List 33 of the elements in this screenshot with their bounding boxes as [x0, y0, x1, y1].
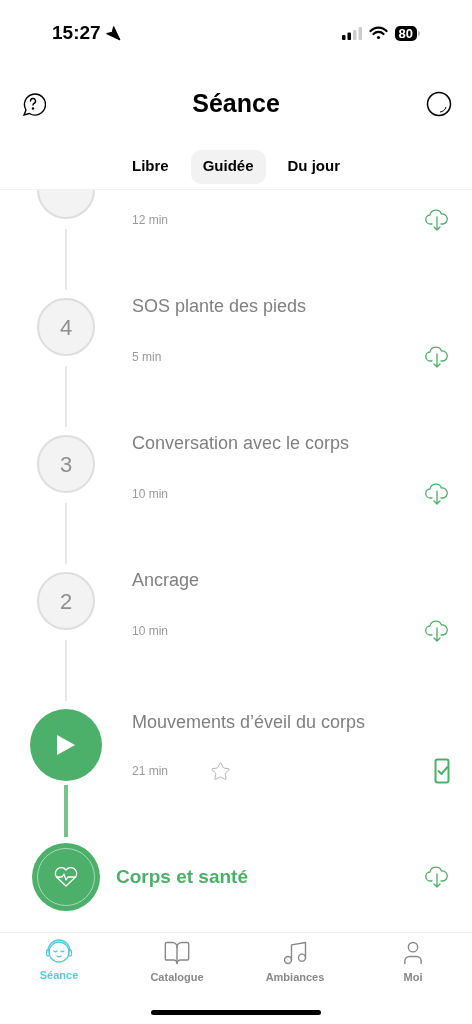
session-duration: 12 min	[132, 212, 169, 229]
cloud-download-icon[interactable]	[424, 619, 450, 643]
segment-tab[interactable]: Guidée	[190, 149, 266, 184]
session-duration: 5 min	[132, 349, 162, 366]
session-duration: 10 min	[132, 623, 169, 640]
tab-bar-item[interactable]: Ambiances	[236, 939, 354, 986]
signal-icon	[341, 26, 362, 40]
tab-bar-item[interactable]: Moi	[354, 939, 472, 986]
session-duration: 10 min	[132, 486, 169, 503]
heart-pulse-icon	[53, 865, 79, 889]
cloud-download-icon[interactable]	[424, 208, 450, 232]
session-title: SOS plante des pieds	[132, 296, 307, 316]
cloud-download-icon[interactable]	[424, 865, 450, 889]
segment-tab[interactable]: Du jour	[275, 149, 352, 184]
session-title: Conversation avec le corps	[132, 433, 350, 453]
play-icon	[55, 733, 77, 757]
session-title: Ancrage	[132, 570, 200, 590]
cloud-download-icon[interactable]	[424, 345, 450, 369]
circle-icon[interactable]	[426, 91, 452, 117]
category-title: Corps et santé	[116, 864, 248, 889]
status-time: 15:27	[52, 20, 101, 45]
segment-tab[interactable]: Libre	[119, 149, 181, 184]
page-title: Séance	[192, 88, 280, 120]
help-icon[interactable]	[20, 91, 46, 117]
session-title: Mouvements d’éveil du corps	[132, 711, 367, 734]
star-icon[interactable]	[210, 760, 231, 782]
location-arrow-icon	[104, 25, 121, 41]
battery-indicator: 80	[394, 25, 420, 41]
wifi-icon	[368, 26, 388, 40]
cloud-download-icon[interactable]	[424, 482, 450, 506]
tab-bar-item[interactable]: Séance	[0, 939, 118, 986]
tab-bar-item[interactable]: Catalogue	[118, 939, 236, 986]
session-duration: 21 min	[132, 763, 170, 780]
